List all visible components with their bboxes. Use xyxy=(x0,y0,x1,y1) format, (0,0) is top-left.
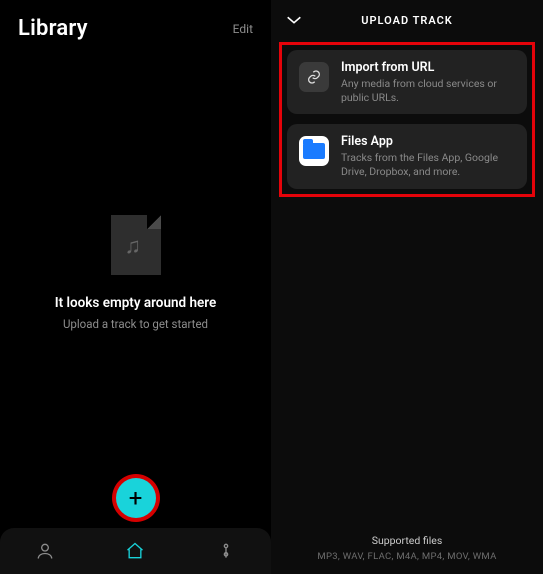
upload-track-screen: UPLOAD TRACK Import from URL Any media f… xyxy=(271,0,543,574)
supported-formats: MP3, WAV, FLAC, M4A, MP4, MOV, WMA xyxy=(271,551,543,562)
tab-settings[interactable] xyxy=(196,541,256,561)
empty-subtitle: Upload a track to get started xyxy=(63,317,208,331)
music-file-icon: ♫ xyxy=(111,215,161,275)
option-desc: Tracks from the Files App, Google Drive,… xyxy=(341,151,515,178)
supported-label: Supported files xyxy=(271,534,543,547)
options-highlight: Import from URL Any media from cloud ser… xyxy=(279,42,535,197)
library-title: Library xyxy=(18,16,88,41)
add-button-highlight: + xyxy=(112,474,160,522)
option-title: Files App xyxy=(341,134,515,149)
empty-state: ♫ It looks empty around here Upload a tr… xyxy=(0,215,271,331)
home-icon xyxy=(125,541,145,561)
option-desc: Any media from cloud services or public … xyxy=(341,77,515,104)
collapse-button[interactable] xyxy=(285,12,303,31)
option-import-url[interactable]: Import from URL Any media from cloud ser… xyxy=(287,50,527,114)
empty-title: It looks empty around here xyxy=(55,295,217,311)
bottom-tabbar xyxy=(0,528,271,574)
option-files-app[interactable]: Files App Tracks from the Files App, Goo… xyxy=(287,124,527,188)
edit-button[interactable]: Edit xyxy=(233,22,253,36)
sliders-icon xyxy=(216,541,236,561)
files-app-icon xyxy=(299,136,329,166)
option-title: Import from URL xyxy=(341,60,515,75)
library-header: Library Edit xyxy=(0,0,271,41)
supported-files: Supported files MP3, WAV, FLAC, M4A, MP4… xyxy=(271,534,543,562)
tab-profile[interactable] xyxy=(15,541,75,561)
plus-icon: + xyxy=(129,486,143,510)
upload-title: UPLOAD TRACK xyxy=(361,14,453,27)
link-icon xyxy=(299,62,329,92)
add-track-button[interactable]: + xyxy=(116,478,156,518)
chevron-down-icon xyxy=(285,13,303,27)
tab-home[interactable] xyxy=(105,541,165,561)
person-icon xyxy=(35,541,55,561)
library-screen: Library Edit ♫ It looks empty around her… xyxy=(0,0,271,574)
upload-header: UPLOAD TRACK xyxy=(271,0,543,40)
